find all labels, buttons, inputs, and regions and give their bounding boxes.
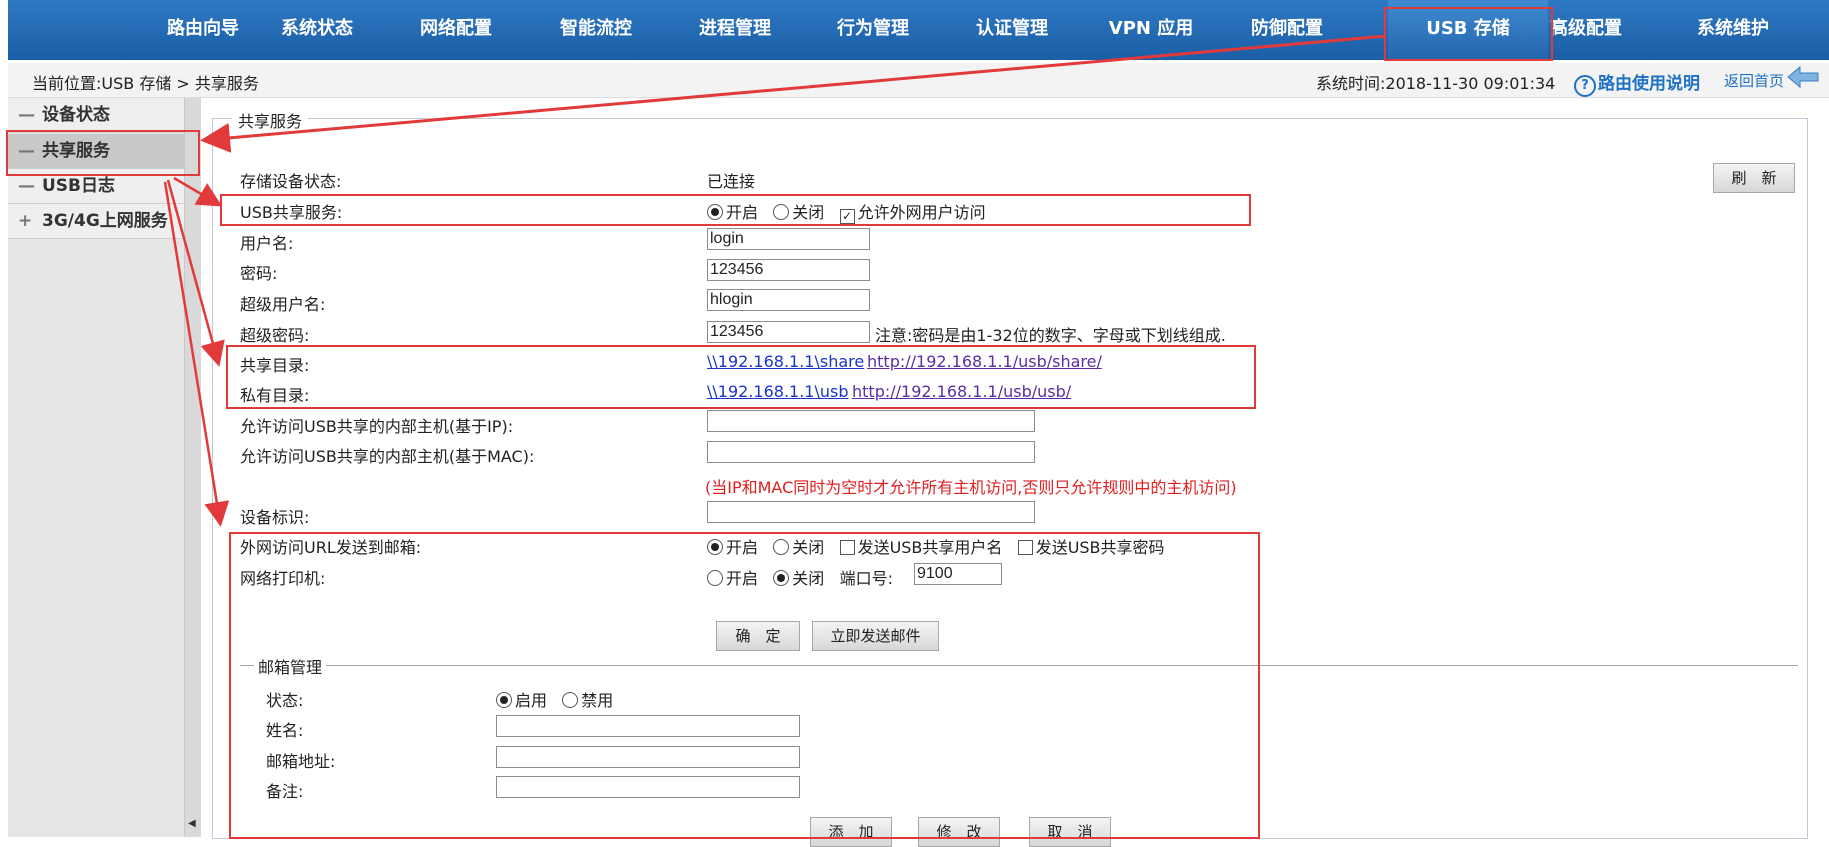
arrow-to-directories	[166, 179, 225, 367]
arrow-to-usb-share	[173, 176, 223, 207]
annotation-arrows	[163, 34, 1387, 527]
arrow-to-mail-section	[163, 181, 230, 527]
arrow-nav-to-sidebar	[200, 34, 1387, 153]
